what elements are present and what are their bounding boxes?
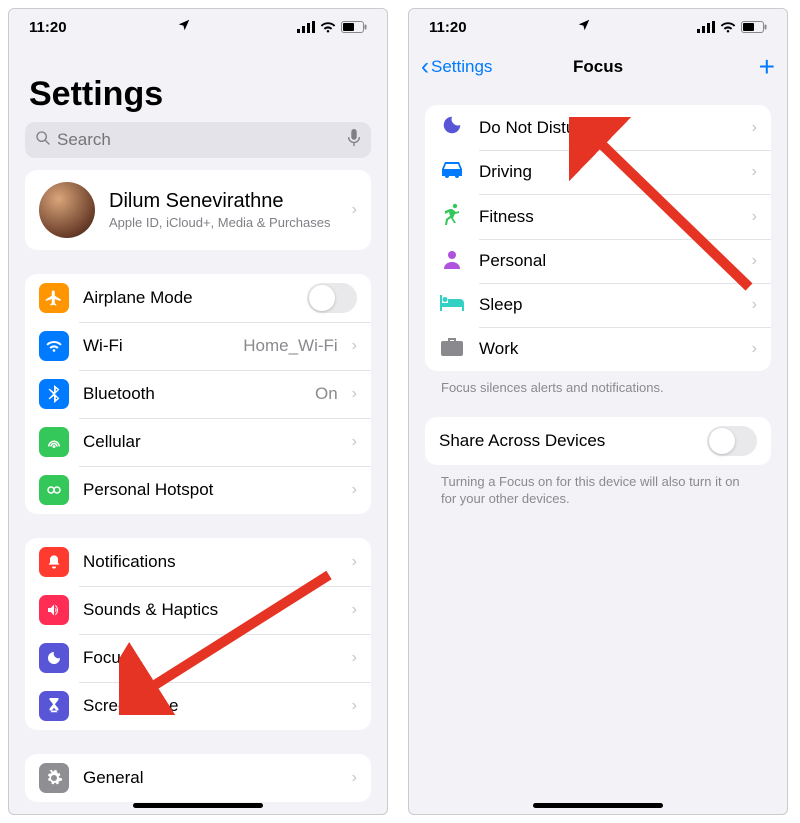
chevron-right-icon: ›: [352, 433, 357, 451]
location-icon: [577, 18, 591, 36]
share-caption: Turning a Focus on for this device will …: [409, 473, 787, 528]
driving-row[interactable]: Driving ›: [425, 150, 771, 194]
cellular-icon: [39, 427, 69, 457]
avatar: [39, 182, 95, 238]
home-indicator[interactable]: [133, 803, 263, 808]
back-button[interactable]: ‹ Settings: [421, 53, 492, 81]
wifi-row[interactable]: Wi-Fi Home_Wi-Fi ›: [25, 322, 371, 370]
chevron-right-icon: ›: [352, 481, 357, 499]
chevron-right-icon: ›: [752, 119, 757, 137]
bluetooth-value: On: [315, 384, 338, 404]
general-row[interactable]: General ›: [25, 754, 371, 802]
status-time: 11:20: [429, 19, 467, 36]
chevron-right-icon: ›: [352, 337, 357, 355]
share-across-devices-row[interactable]: Share Across Devices: [425, 417, 771, 465]
status-time: 11:20: [29, 19, 67, 36]
chevron-right-icon: ›: [752, 163, 757, 181]
gear-icon: [39, 763, 69, 793]
add-button[interactable]: +: [759, 53, 775, 81]
chevron-right-icon: ›: [352, 697, 357, 715]
airplane-mode-row[interactable]: Airplane Mode: [25, 274, 371, 322]
moon-icon: [39, 643, 69, 673]
bluetooth-row[interactable]: Bluetooth On ›: [25, 370, 371, 418]
settings-screen: 11:20 Settings: [8, 8, 388, 815]
car-icon: [439, 161, 465, 184]
person-icon: [439, 249, 465, 274]
profile-name: Dilum Senevirathne: [109, 190, 338, 213]
chevron-right-icon: ›: [352, 649, 357, 667]
cellular-signal-icon: [697, 21, 715, 33]
focus-caption: Focus silences alerts and notifications.: [409, 379, 787, 417]
moon-icon: [439, 114, 465, 141]
battery-icon: [341, 21, 367, 33]
focus-screen: 11:20 ‹ Settings Focus +: [408, 8, 788, 815]
chevron-right-icon: ›: [752, 296, 757, 314]
wifi-settings-icon: [39, 331, 69, 361]
search-input[interactable]: [57, 130, 341, 150]
search-field[interactable]: [25, 122, 371, 158]
status-bar: 11:20: [409, 9, 787, 45]
running-icon: [439, 203, 465, 230]
screentime-row[interactable]: Screen Time ›: [25, 682, 371, 730]
chevron-right-icon: ›: [752, 208, 757, 226]
location-icon: [177, 18, 191, 36]
bluetooth-icon: [39, 379, 69, 409]
airplane-icon: [39, 283, 69, 313]
hotspot-row[interactable]: Personal Hotspot ›: [25, 466, 371, 514]
chevron-right-icon: ›: [352, 553, 357, 571]
chevron-right-icon: ›: [752, 340, 757, 358]
bed-icon: [439, 295, 465, 316]
chevron-right-icon: ›: [352, 769, 357, 787]
personal-row[interactable]: Personal ›: [425, 239, 771, 283]
status-bar: 11:20: [9, 9, 387, 45]
chevron-left-icon: ‹: [421, 53, 429, 81]
chevron-right-icon: ›: [352, 601, 357, 619]
home-indicator[interactable]: [533, 803, 663, 808]
focus-row[interactable]: Focus ›: [25, 634, 371, 682]
hotspot-icon: [39, 475, 69, 505]
wifi-value: Home_Wi-Fi: [243, 336, 337, 356]
profile-subtitle: Apple ID, iCloud+, Media & Purchases: [109, 215, 338, 230]
work-row[interactable]: Work ›: [425, 327, 771, 371]
speaker-icon: [39, 595, 69, 625]
briefcase-icon: [439, 338, 465, 361]
sounds-row[interactable]: Sounds & Haptics ›: [25, 586, 371, 634]
notifications-row[interactable]: Notifications ›: [25, 538, 371, 586]
hourglass-icon: [39, 691, 69, 721]
chevron-right-icon: ›: [352, 201, 357, 219]
sleep-row[interactable]: Sleep ›: [425, 283, 771, 327]
apple-id-row[interactable]: Dilum Senevirathne Apple ID, iCloud+, Me…: [25, 170, 371, 250]
chevron-right-icon: ›: [752, 252, 757, 270]
nav-bar: ‹ Settings Focus +: [409, 45, 787, 89]
chevron-right-icon: ›: [352, 385, 357, 403]
airplane-toggle[interactable]: [307, 283, 357, 313]
battery-icon: [741, 21, 767, 33]
cellular-row[interactable]: Cellular ›: [25, 418, 371, 466]
bell-icon: [39, 547, 69, 577]
wifi-icon: [719, 21, 737, 33]
wifi-icon: [319, 21, 337, 33]
fitness-row[interactable]: Fitness ›: [425, 194, 771, 239]
page-title: Settings: [9, 45, 387, 122]
dnd-row[interactable]: Do Not Disturb ›: [425, 105, 771, 150]
cellular-signal-icon: [297, 21, 315, 33]
search-icon: [35, 130, 51, 151]
share-toggle[interactable]: [707, 426, 757, 456]
mic-icon[interactable]: [347, 129, 361, 152]
